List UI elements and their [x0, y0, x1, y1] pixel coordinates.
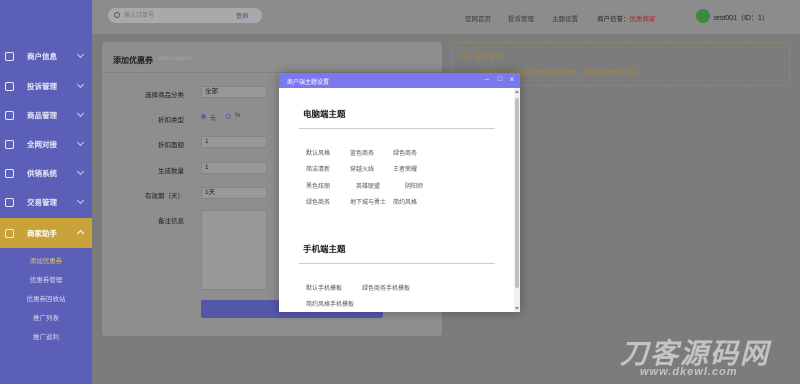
chevron-down-icon — [76, 138, 85, 147]
chevron-down-icon — [76, 167, 85, 176]
network-icon — [5, 139, 14, 149]
divider — [299, 128, 495, 129]
amount-input[interactable]: 1 — [201, 136, 267, 148]
divider — [299, 263, 495, 264]
sidebar: 商户信息 投诉管理 商品管理 全网对接 供销系统 交易管理 商家助手 添加优惠券… — [0, 0, 92, 384]
theme-option[interactable]: 阴阳师 — [405, 181, 423, 190]
chevron-down-icon — [76, 196, 85, 205]
nav-home-link[interactable]: 官网首页 — [465, 13, 491, 23]
scroll-thumb[interactable] — [515, 98, 519, 288]
search-box: 查询 — [108, 8, 262, 23]
sidebar-subitem-coupon-manage[interactable]: 优惠券管理 — [0, 273, 92, 289]
sidebar-item-network[interactable]: 全网对接 — [0, 129, 92, 159]
mobile-theme-option[interactable]: 简约风格手机模板 — [306, 299, 354, 308]
assistant-icon — [5, 228, 14, 238]
theme-option[interactable]: 简约风格 — [393, 197, 417, 206]
topbar: 查询 官网首页 投诉管理 主题设置 商户信誉：优质商家 test001（ID：1… — [92, 0, 800, 34]
radio-percent-label: % — [235, 113, 241, 119]
sidebar-item-label: 投诉管理 — [27, 81, 57, 91]
radio-percent[interactable] — [226, 114, 231, 119]
theme-option[interactable]: 黑色炫丽 — [306, 181, 330, 190]
theme-option[interactable]: 英雄联盟 — [356, 181, 380, 190]
count-label: 生成数量 — [158, 168, 184, 175]
minimize-icon[interactable]: – — [482, 75, 492, 85]
theme-option[interactable]: 地下城与勇士 — [350, 197, 386, 206]
sidebar-item-transactions[interactable]: 交易管理 — [0, 187, 92, 217]
sidebar-item-merchant-info[interactable]: 商户信息 — [0, 41, 92, 71]
nav-theme-settings-link[interactable]: 主题设置 — [552, 13, 578, 23]
amount-label: 折扣面额 — [158, 142, 184, 149]
sidebar-item-complaints[interactable]: 投诉管理 — [0, 71, 92, 101]
sidebar-item-label: 商家助手 — [27, 228, 57, 238]
sidebar-subitem-coupon-recycle[interactable]: 优惠券回收站 — [0, 292, 92, 308]
sidebar-subitem-promo-rebate[interactable]: 推广返利 — [0, 330, 92, 346]
notice-title: 注意事项 — [474, 54, 502, 61]
credit-label: 商户信誉： — [597, 16, 630, 23]
radio-yuan-label: 元 — [210, 116, 217, 122]
mobile-theme-option[interactable]: 绿色商务手机模板 — [362, 283, 410, 292]
remark-label: 备注信息 — [158, 218, 184, 225]
radio-yuan[interactable] — [201, 114, 206, 119]
theme-option[interactable]: 王者荣耀 — [393, 164, 417, 173]
sidebar-item-assistant[interactable]: 商家助手 — [0, 218, 92, 248]
sidebar-item-label: 交易管理 — [27, 197, 57, 207]
category-select[interactable]: 全部 — [201, 86, 267, 98]
category-label: 选择商品分类 — [145, 92, 184, 99]
user-name[interactable]: test001（ID：1） — [714, 13, 769, 23]
remark-textarea[interactable] — [201, 210, 267, 290]
search-button[interactable]: 查询 — [236, 11, 248, 20]
scroll-up-icon[interactable] — [515, 90, 519, 93]
search-icon — [114, 12, 120, 18]
modal-body: 电脑端主题 默认风格 蓝色商务 绿色商务 简洁清新 穿越火线 王者荣耀 黑色炫丽… — [279, 88, 514, 312]
sidebar-item-supply[interactable]: 供销系统 — [0, 158, 92, 188]
merchant-credit: 商户信誉：优质商家 — [597, 13, 656, 23]
mobile-theme-option[interactable]: 默认手机模板 — [306, 283, 342, 292]
modal-header: 商户端主题设置 – □ × — [279, 73, 520, 88]
validity-select[interactable]: 1天 — [201, 187, 267, 199]
theme-option[interactable]: 绿色商务 — [393, 148, 417, 157]
page-title: 添加优惠券 — [113, 56, 153, 65]
count-input[interactable]: 1 — [201, 162, 267, 174]
chevron-down-icon — [76, 80, 85, 89]
theme-settings-modal: 商户端主题设置 – □ × 电脑端主题 默认风格 蓝色商务 绿色商务 简洁清新 … — [279, 73, 520, 312]
scroll-down-icon[interactable] — [515, 307, 519, 310]
chevron-up-icon — [76, 229, 85, 238]
page-subtitle: Add Coupon — [158, 56, 192, 62]
sidebar-subitem-promo-list[interactable]: 推广列表 — [0, 311, 92, 327]
discount-type-label: 折扣类型 — [158, 117, 184, 124]
search-input[interactable] — [124, 10, 224, 21]
chevron-down-icon — [76, 109, 85, 118]
sidebar-item-label: 商品管理 — [27, 110, 57, 120]
theme-option[interactable]: 蓝色商务 — [350, 148, 374, 157]
theme-option[interactable]: 穿越火线 — [350, 164, 374, 173]
sidebar-item-label: 供销系统 — [27, 168, 57, 178]
modal-scrollbar[interactable] — [514, 88, 520, 312]
user-icon — [5, 51, 14, 61]
bag-icon — [5, 110, 14, 120]
sidebar-item-products[interactable]: 商品管理 — [0, 100, 92, 130]
supply-icon — [5, 168, 14, 178]
close-icon[interactable]: × — [507, 75, 517, 85]
sidebar-subitem-add-coupon[interactable]: 添加优惠券 — [0, 254, 92, 270]
theme-option[interactable]: 绿色商务 — [306, 197, 330, 206]
sidebar-item-label: 商户信息 — [27, 51, 57, 61]
nav-complaints-link[interactable]: 投诉管理 — [508, 13, 534, 23]
watermark-url: www.dkewl.com — [640, 366, 738, 378]
chevron-down-icon — [76, 50, 85, 59]
validity-label: 有效期（天） — [145, 193, 184, 200]
mobile-theme-section-title: 手机端主题 — [303, 244, 346, 254]
theme-option[interactable]: 简洁清新 — [306, 164, 330, 173]
modal-title: 商户端主题设置 — [287, 80, 330, 86]
maximize-icon[interactable]: □ — [495, 75, 505, 85]
complaint-icon — [5, 81, 14, 91]
sidebar-item-label: 全网对接 — [27, 139, 57, 149]
theme-option[interactable]: 默认风格 — [306, 148, 330, 157]
pc-theme-section-title: 电脑端主题 — [303, 109, 346, 119]
info-icon — [462, 52, 469, 59]
credit-value: 优质商家 — [629, 16, 656, 23]
calendar-icon — [5, 197, 14, 207]
avatar[interactable] — [696, 9, 710, 23]
